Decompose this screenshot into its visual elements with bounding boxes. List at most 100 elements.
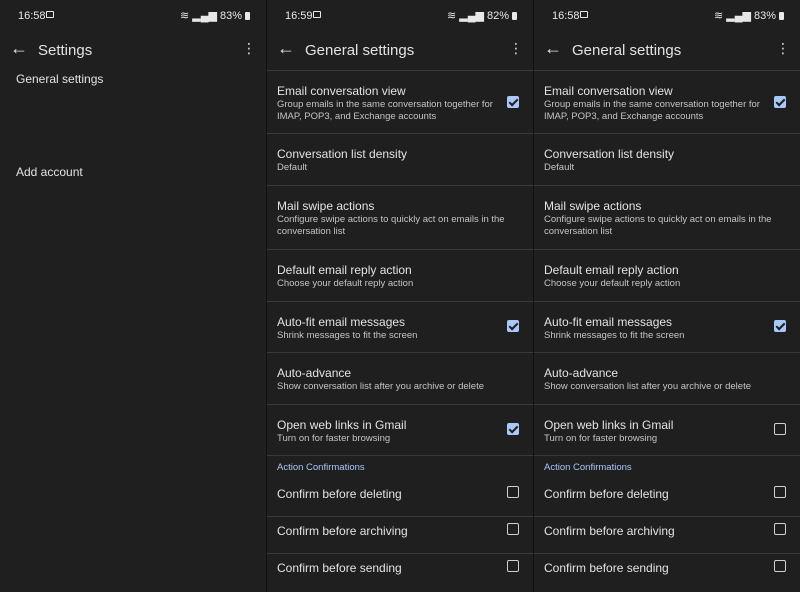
setting-title: Auto-fit email messages xyxy=(277,315,406,329)
status-bar: 16:59 ≋ ▂▄▆ 82% xyxy=(267,0,533,32)
setting-row[interactable]: Open web links in Gmail Turn on for faste… xyxy=(534,405,800,456)
battery-icon xyxy=(245,11,250,20)
battery-percent: 83% xyxy=(753,9,776,22)
setting-subtitle: Shrink messages to fit the screen xyxy=(544,330,685,341)
setting-subtitle: Default xyxy=(544,162,575,173)
add-account-item[interactable]: Add account xyxy=(16,165,83,179)
setting-row[interactable]: Mail swipe actions Configure swipe action… xyxy=(534,186,800,250)
confirm-title: Confirm before archiving xyxy=(544,524,675,538)
status-right: ≋ ▂▄▆ 82% xyxy=(447,9,517,22)
confirm-row[interactable]: Confirm before archiving xyxy=(534,517,800,554)
battery-percent: 82% xyxy=(486,9,509,22)
setting-row[interactable]: Conversation list density Default xyxy=(267,134,533,186)
setting-subtitle: Turn on for faster browsing xyxy=(544,433,658,444)
confirm-row[interactable]: Confirm before deleting xyxy=(267,480,533,517)
section-title: Action Confirmations xyxy=(544,462,632,473)
setting-subtitle: Choose your default reply action xyxy=(544,278,681,289)
setting-row[interactable]: Default email reply action Choose your de… xyxy=(534,250,800,302)
setting-title: Default email reply action xyxy=(277,263,412,277)
battery-percent: 83% xyxy=(219,9,242,22)
setting-subtitle: Turn on for faster browsing xyxy=(277,433,391,444)
gallery-icon xyxy=(580,11,588,18)
checkbox[interactable] xyxy=(507,523,519,535)
status-time: 16:59 xyxy=(285,10,313,22)
general-settings-screen-b: 16:58 ≋ ▂▄▆ 83% ← General settings ⋮ Ema… xyxy=(534,0,800,592)
battery-icon xyxy=(512,11,517,20)
setting-row[interactable]: Auto-fit email messages Shrink messages t… xyxy=(534,302,800,353)
arrow-back-icon[interactable]: ← xyxy=(544,38,562,59)
more-vert-icon[interactable]: ⋮ xyxy=(242,40,256,57)
setting-row[interactable]: Auto-advance Show conversation list after… xyxy=(534,353,800,405)
setting-row[interactable]: Conversation list density Default xyxy=(534,134,800,186)
section-header: Action Confirmations xyxy=(534,456,800,480)
page-title: Settings xyxy=(38,42,93,59)
confirm-title: Confirm before deleting xyxy=(544,487,669,501)
setting-title: Email conversation view xyxy=(277,84,406,98)
setting-row[interactable]: Open web links in Gmail Turn on for faste… xyxy=(267,405,533,456)
checkbox[interactable] xyxy=(774,560,786,572)
confirm-title: Confirm before archiving xyxy=(277,524,408,538)
checkbox[interactable] xyxy=(774,523,786,535)
status-bar: 16:58 ≋ ▂▄▆ 83% xyxy=(534,0,800,32)
signal-icon: ▂▄▆ xyxy=(726,10,751,22)
confirm-title: Confirm before sending xyxy=(277,561,402,575)
wifi-icon: ≋ xyxy=(714,10,724,22)
page-title: General settings xyxy=(572,42,682,59)
setting-title: Open web links in Gmail xyxy=(544,418,674,432)
setting-title: Default email reply action xyxy=(544,263,679,277)
battery-icon xyxy=(779,11,784,20)
confirm-row[interactable]: Confirm before sending xyxy=(267,554,533,592)
setting-title: Auto-fit email messages xyxy=(544,315,673,329)
status-right: ≋ ▂▄▆ 83% xyxy=(714,9,784,22)
signal-icon: ▂▄▆ xyxy=(459,10,484,22)
setting-subtitle: Configure swipe actions to quickly act o… xyxy=(544,214,772,237)
setting-row[interactable]: Auto-fit email messages Shrink messages t… xyxy=(267,302,533,353)
checkbox[interactable] xyxy=(774,320,786,332)
status-bar: 16:58 ≋ ▂▄▆ 83% xyxy=(0,0,266,32)
setting-title: Auto-advance xyxy=(277,366,352,380)
setting-row[interactable]: Email conversation view Group emails in t… xyxy=(267,71,533,134)
setting-title: Email conversation view xyxy=(544,84,673,98)
wifi-icon: ≋ xyxy=(180,10,190,22)
setting-row[interactable]: Auto-advance Show conversation list after… xyxy=(267,353,533,405)
checkbox[interactable] xyxy=(774,96,786,108)
checkbox[interactable] xyxy=(507,320,519,332)
status-time: 16:58 xyxy=(552,10,580,22)
confirm-row[interactable]: Confirm before archiving xyxy=(267,517,533,554)
setting-subtitle: Shrink messages to fit the screen xyxy=(277,330,418,341)
more-vert-icon[interactable]: ⋮ xyxy=(509,40,523,57)
checkbox[interactable] xyxy=(774,423,786,435)
setting-row[interactable]: Email conversation view Group emails in t… xyxy=(534,71,800,134)
setting-title: Conversation list density xyxy=(544,147,675,161)
setting-title: Open web links in Gmail xyxy=(277,418,407,432)
arrow-back-icon[interactable]: ← xyxy=(10,38,28,59)
setting-subtitle: Show conversation list after you archive… xyxy=(277,381,484,392)
app-bar: ← Settings ⋮ xyxy=(0,32,266,72)
app-bar: ← General settings ⋮ xyxy=(534,32,800,72)
more-vert-icon[interactable]: ⋮ xyxy=(776,40,790,57)
setting-row[interactable]: Default email reply action Choose your de… xyxy=(267,250,533,302)
checkbox[interactable] xyxy=(507,486,519,498)
status-right: ≋ ▂▄▆ 83% xyxy=(180,9,250,22)
confirm-title: Confirm before sending xyxy=(544,561,669,575)
checkbox[interactable] xyxy=(774,486,786,498)
setting-subtitle: Group emails in the same conversation to… xyxy=(544,99,760,122)
checkbox[interactable] xyxy=(507,96,519,108)
general-settings-screen-a: 16:59 ≋ ▂▄▆ 82% ← General settings ⋮ Ema… xyxy=(267,0,533,592)
confirm-row[interactable]: Confirm before sending xyxy=(534,554,800,592)
arrow-back-icon[interactable]: ← xyxy=(277,38,295,59)
signal-icon: ▂▄▆ xyxy=(192,10,217,22)
setting-subtitle: Show conversation list after you archive… xyxy=(544,381,751,392)
setting-title: Mail swipe actions xyxy=(277,199,375,213)
settings-list: Email conversation view Group emails in t… xyxy=(267,71,533,592)
confirm-row[interactable]: Confirm before deleting xyxy=(534,480,800,517)
setting-title: Mail swipe actions xyxy=(544,199,642,213)
setting-title: Conversation list density xyxy=(277,147,408,161)
setting-subtitle: Default xyxy=(277,162,308,173)
confirm-title: Confirm before deleting xyxy=(277,487,402,501)
setting-row[interactable]: Mail swipe actions Configure swipe action… xyxy=(267,186,533,250)
checkbox[interactable] xyxy=(507,423,519,435)
settings-list: Email conversation view Group emails in t… xyxy=(534,71,800,592)
checkbox[interactable] xyxy=(507,560,519,572)
general-settings-item[interactable]: General settings xyxy=(16,72,103,86)
